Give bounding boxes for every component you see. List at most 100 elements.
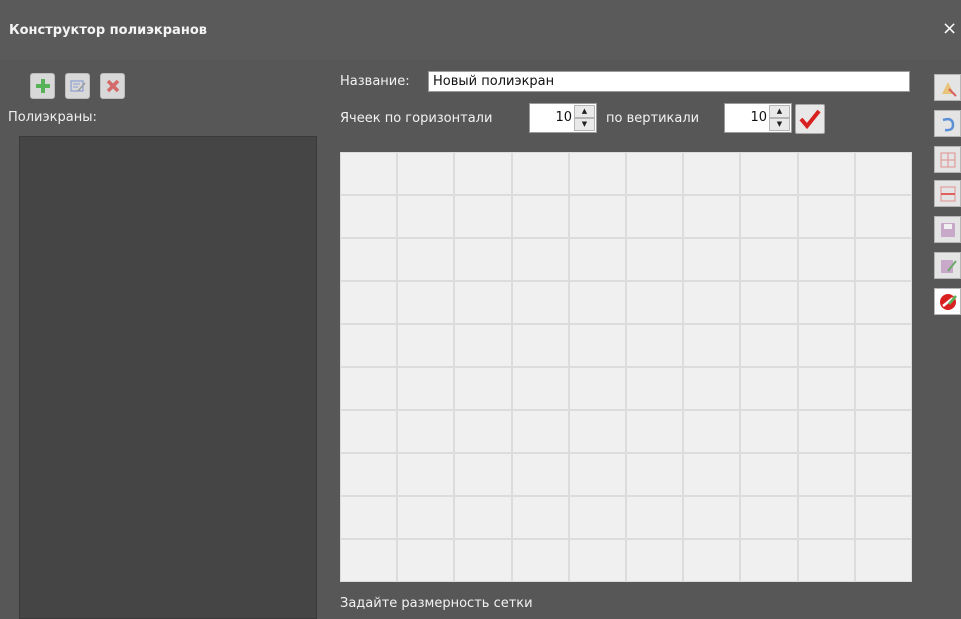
- grid-cell[interactable]: [511, 367, 569, 410]
- split-cells-button[interactable]: [934, 180, 961, 207]
- grid-cell[interactable]: [740, 324, 798, 367]
- grid-cell[interactable]: [854, 238, 912, 281]
- grid-cell[interactable]: [454, 195, 512, 238]
- grid-cell[interactable]: [740, 281, 798, 324]
- grid-cell[interactable]: [454, 496, 512, 539]
- grid-cell[interactable]: [626, 324, 684, 367]
- edit-button[interactable]: [65, 73, 90, 99]
- grid-cell[interactable]: [568, 238, 626, 281]
- grid-cell[interactable]: [340, 152, 398, 195]
- grid-cell[interactable]: [511, 324, 569, 367]
- grid-cell[interactable]: [626, 496, 684, 539]
- grid-cell[interactable]: [683, 195, 741, 238]
- grid-cell[interactable]: [740, 195, 798, 238]
- grid-cell[interactable]: [340, 496, 398, 539]
- save-button[interactable]: [934, 216, 961, 243]
- add-button[interactable]: [30, 73, 55, 99]
- grid-cell[interactable]: [626, 152, 684, 195]
- grid-cell[interactable]: [854, 367, 912, 410]
- screen-grid[interactable]: [340, 152, 912, 582]
- grid-cell[interactable]: [683, 324, 741, 367]
- grid-cell[interactable]: [568, 539, 626, 582]
- grid-cell[interactable]: [626, 453, 684, 496]
- grid-cell[interactable]: [340, 281, 398, 324]
- polyscreens-list[interactable]: [19, 136, 317, 619]
- grid-cell[interactable]: [797, 152, 855, 195]
- grid-cell[interactable]: [340, 238, 398, 281]
- stepper-up-icon[interactable]: ▲: [574, 105, 595, 118]
- grid-cell[interactable]: [511, 238, 569, 281]
- grid-cell[interactable]: [797, 238, 855, 281]
- stepper-down-icon[interactable]: ▼: [574, 118, 595, 131]
- grid-cell[interactable]: [797, 453, 855, 496]
- grid-cell[interactable]: [740, 152, 798, 195]
- grid-cell[interactable]: [797, 496, 855, 539]
- grid-cell[interactable]: [683, 453, 741, 496]
- grid-cell[interactable]: [397, 152, 455, 195]
- grid-cell[interactable]: [340, 410, 398, 453]
- cancel-button[interactable]: [934, 288, 961, 315]
- grid-cell[interactable]: [340, 539, 398, 582]
- grid-cell[interactable]: [397, 238, 455, 281]
- grid-cell[interactable]: [340, 195, 398, 238]
- grid-cell[interactable]: [568, 195, 626, 238]
- grid-cell[interactable]: [854, 410, 912, 453]
- grid-cell[interactable]: [454, 453, 512, 496]
- grid-cell[interactable]: [683, 539, 741, 582]
- grid-cell[interactable]: [454, 410, 512, 453]
- grid-cell[interactable]: [511, 195, 569, 238]
- grid-cell[interactable]: [797, 367, 855, 410]
- grid-cell[interactable]: [511, 281, 569, 324]
- grid-cell[interactable]: [568, 496, 626, 539]
- grid-cell[interactable]: [454, 238, 512, 281]
- grid-cell[interactable]: [511, 152, 569, 195]
- grid-cell[interactable]: [683, 496, 741, 539]
- grid-cell[interactable]: [454, 367, 512, 410]
- grid-cell[interactable]: [568, 324, 626, 367]
- grid-cell[interactable]: [511, 453, 569, 496]
- grid-cell[interactable]: [454, 281, 512, 324]
- grid-cell[interactable]: [740, 410, 798, 453]
- stepper-down-icon[interactable]: ▼: [769, 118, 790, 131]
- grid-cell[interactable]: [568, 453, 626, 496]
- grid-cell[interactable]: [797, 324, 855, 367]
- grid-cell[interactable]: [740, 238, 798, 281]
- grid-cell[interactable]: [797, 539, 855, 582]
- grid-cell[interactable]: [626, 281, 684, 324]
- grid-cell[interactable]: [511, 539, 569, 582]
- grid-cell[interactable]: [797, 195, 855, 238]
- grid-cell[interactable]: [454, 152, 512, 195]
- grid-cell[interactable]: [854, 496, 912, 539]
- grid-cell[interactable]: [854, 152, 912, 195]
- grid-cell[interactable]: [740, 453, 798, 496]
- grid-cell[interactable]: [397, 324, 455, 367]
- grid-cell[interactable]: [797, 281, 855, 324]
- save-as-button[interactable]: [934, 252, 961, 279]
- grid-cell[interactable]: [740, 367, 798, 410]
- grid-cell[interactable]: [854, 453, 912, 496]
- grid-cell[interactable]: [683, 238, 741, 281]
- grid-cell[interactable]: [626, 367, 684, 410]
- horizontal-cells-stepper[interactable]: 10 ▲ ▼: [529, 103, 597, 133]
- grid-cell[interactable]: [626, 238, 684, 281]
- grid-cell[interactable]: [626, 539, 684, 582]
- grid-cell[interactable]: [397, 367, 455, 410]
- grid-cell[interactable]: [397, 195, 455, 238]
- undo-button[interactable]: [934, 110, 961, 137]
- grid-cell[interactable]: [740, 539, 798, 582]
- grid-cell[interactable]: [511, 496, 569, 539]
- grid-cell[interactable]: [683, 410, 741, 453]
- name-input[interactable]: [428, 71, 910, 92]
- grid-cell[interactable]: [854, 281, 912, 324]
- grid-cell[interactable]: [740, 496, 798, 539]
- grid-cell[interactable]: [626, 410, 684, 453]
- grid-cell[interactable]: [397, 281, 455, 324]
- grid-cell[interactable]: [568, 152, 626, 195]
- merge-cells-button[interactable]: [934, 146, 961, 173]
- grid-cell[interactable]: [568, 281, 626, 324]
- grid-cell[interactable]: [626, 195, 684, 238]
- vertical-cells-stepper[interactable]: 10 ▲ ▼: [724, 103, 792, 133]
- grid-cell[interactable]: [397, 539, 455, 582]
- grid-cell[interactable]: [340, 367, 398, 410]
- grid-cell[interactable]: [454, 324, 512, 367]
